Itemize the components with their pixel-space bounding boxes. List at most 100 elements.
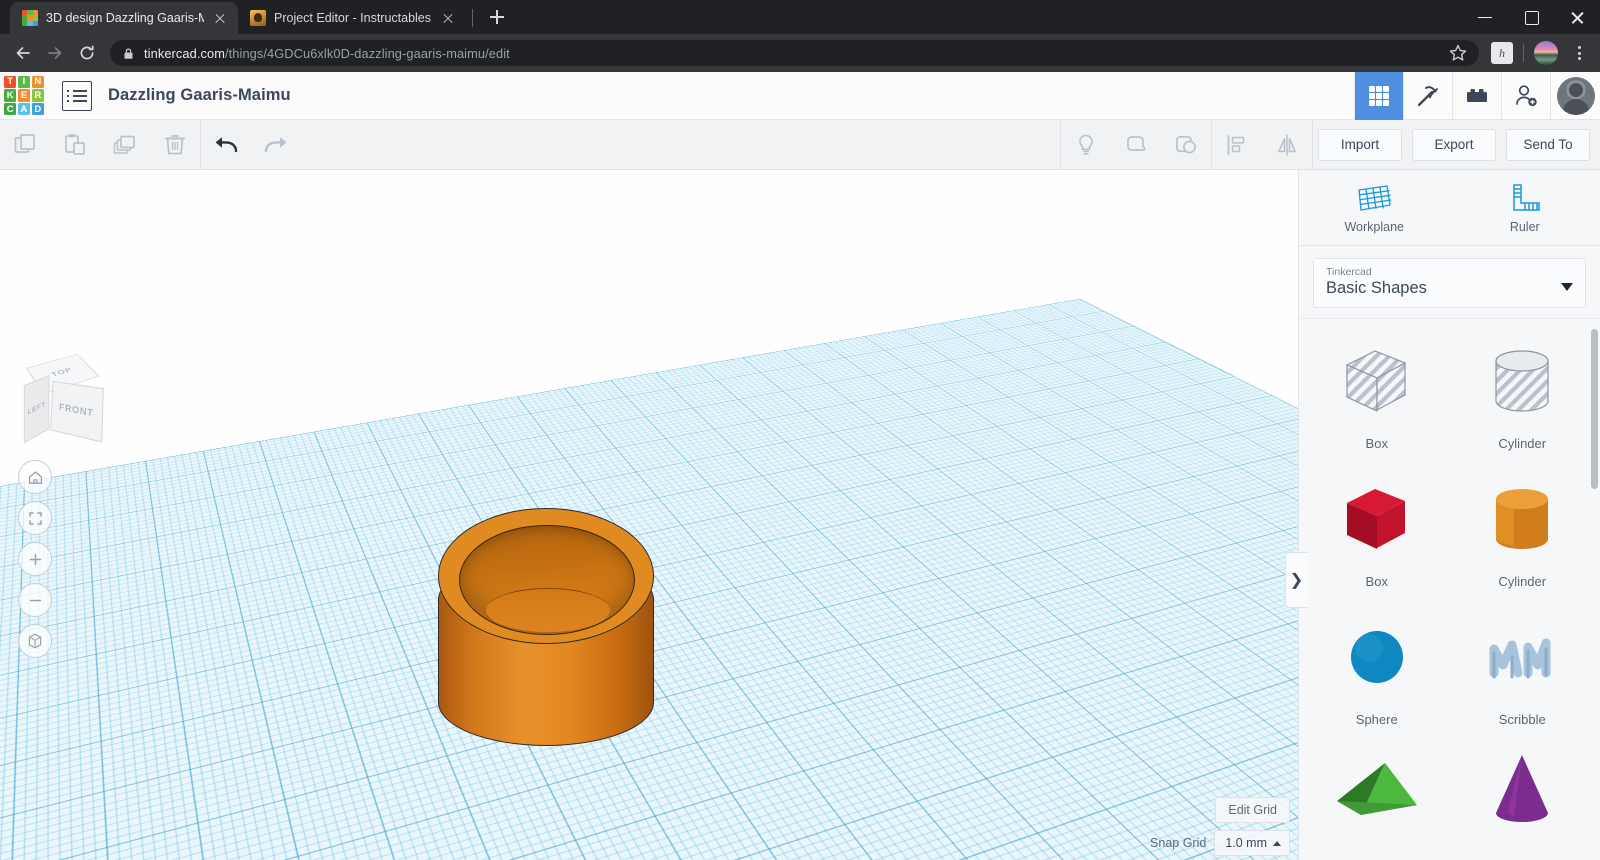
tab-title: 3D design Dazzling Gaaris-Maim [46,11,204,25]
navcube-front-face[interactable]: FRONT [50,380,104,443]
ungroup-icon[interactable] [1161,120,1211,170]
shape-item-pyramid[interactable] [1307,749,1447,850]
send-to-button[interactable]: Send To [1506,128,1590,161]
view-orientation-cube[interactable]: TOP LEFT FRONT [18,348,112,446]
browser-window: 3D design Dazzling Gaaris-Maim Project E… [0,0,1600,860]
import-button[interactable]: Import [1318,128,1402,161]
home-view-icon[interactable] [18,460,52,494]
browser-toolbar: tinkercad.com/things/4GDCu6xlk0D-dazzlin… [0,34,1600,72]
chrome-profile-avatar[interactable] [1534,41,1558,65]
shape-item-scribble[interactable]: Scribble [1453,611,1593,727]
maximize-icon[interactable] [1508,0,1554,34]
workplane-icon [1358,185,1392,211]
shape-label: Box [1365,436,1388,451]
viewport-nav-controls [18,460,52,665]
address-bar[interactable]: tinkercad.com/things/4GDCu6xlk0D-dazzlin… [110,40,1479,66]
zoom-in-icon[interactable] [18,542,52,576]
lego-brick-icon[interactable] [1452,71,1501,120]
paste-icon[interactable] [50,120,100,170]
perspective-toggle-icon[interactable] [18,624,52,658]
logo-tile: E [17,89,31,102]
fit-to-view-icon[interactable] [18,501,52,535]
browser-tab-instructables[interactable]: Project Editor - Instructables [238,2,466,34]
hole-cylinder-icon [1476,335,1568,427]
snap-grid-label: Snap Grid [1150,836,1207,850]
arrow-left-icon[interactable] [8,38,38,68]
snap-grid-select[interactable]: 1.0 mm [1214,830,1290,856]
duplicate-icon[interactable] [100,120,150,170]
minimize-icon[interactable] [1462,0,1508,34]
shape-item-sphere[interactable]: Sphere [1307,611,1447,727]
workplane-tool-label: Workplane [1344,220,1405,234]
hole-box-icon [1331,335,1423,427]
pickaxe-icon[interactable] [1403,71,1452,120]
edit-grid-button[interactable]: Edit Grid [1215,797,1290,823]
window-controls [1462,0,1600,34]
undo-icon[interactable] [201,120,251,170]
zoom-out-icon[interactable] [18,583,52,617]
group-icon[interactable] [1111,120,1161,170]
add-person-icon[interactable] [1501,71,1550,120]
solid-cylinder-icon [1476,473,1568,565]
shape-item-hole-cylinder[interactable]: Cylinder [1453,335,1593,451]
shape-label: Cylinder [1498,574,1547,589]
mirror-icon[interactable] [1262,120,1312,170]
scribble-icon [1476,611,1568,703]
shape-item-solid-cylinder[interactable]: Cylinder [1453,473,1593,589]
close-icon[interactable] [440,10,456,26]
list-panel-icon[interactable] [62,80,92,111]
new-tab-button[interactable] [483,3,511,31]
sphere-icon [1331,611,1423,703]
export-button[interactable]: Export [1412,128,1496,161]
close-icon[interactable] [1554,0,1600,34]
library-select[interactable]: Tinkercad Basic Shapes [1313,258,1586,308]
avatar[interactable] [1550,71,1600,120]
shape-label: Box [1365,574,1388,589]
shapes-list[interactable]: Box Cylinder Box Cylinder Sphere Scribbl… [1299,318,1600,860]
align-icon[interactable] [1212,120,1262,170]
cone-icon [1476,749,1568,841]
shape-item-hole-box[interactable]: Box [1307,335,1447,451]
divider [1523,44,1524,62]
copy-icon[interactable] [0,120,50,170]
logo-tile: T [4,75,17,88]
panel-scrollbar[interactable] [1591,329,1598,489]
grid-controls: Edit Grid Snap Grid 1.0 mm [1150,797,1290,856]
edit-toolbar: Import Export Send To [0,119,1600,170]
shape-label: Cylinder [1498,436,1547,451]
tab-strip: 3D design Dazzling Gaaris-Maim Project E… [0,0,1600,34]
shape-label: Sphere [1355,712,1398,727]
cylinder-bore [459,525,635,635]
url-path: /things/4GDCu6xlk0D-dazzling-gaaris-maim… [224,45,510,61]
view-group [1061,120,1211,170]
blocks-grid-icon[interactable] [1354,71,1403,120]
arrow-right-icon[interactable] [40,38,70,68]
three-dot-menu-icon[interactable] [1566,40,1592,66]
lightbulb-icon[interactable] [1061,120,1111,170]
shape-item-cone[interactable] [1453,749,1593,850]
orange-hollow-cylinder[interactable] [438,508,654,780]
close-icon[interactable] [212,10,228,26]
workplane-tool[interactable]: Workplane [1299,170,1450,245]
star-icon[interactable] [1447,42,1469,64]
3d-viewport[interactable]: TOP LEFT FRONT Edit Grid Snap Grid 1.0 m… [0,170,1298,860]
page-title[interactable]: Dazzling Gaaris-Maimu [108,86,291,105]
browser-tab-tinkercad[interactable]: 3D design Dazzling Gaaris-Maim [10,2,238,34]
tinkercad-logo-icon[interactable]: T I N K E R C A D [4,75,44,116]
redo-icon[interactable] [251,120,301,170]
clipboard-group [0,120,200,170]
cylinder-inner-floor [486,588,610,632]
delete-trash-icon[interactable] [150,120,200,170]
ruler-icon [1513,184,1540,211]
url-domain: tinkercad.com [144,45,225,61]
solid-box-icon [1331,473,1423,565]
reload-icon[interactable] [72,38,102,68]
cylinder-rim [438,508,654,644]
history-group [201,120,301,170]
navcube-left-face[interactable]: LEFT [23,375,50,444]
extension-icon[interactable]: h [1491,42,1513,64]
ruler-tool[interactable]: Ruler [1450,170,1600,245]
instructables-icon [250,10,266,26]
collapse-panel-button[interactable]: ❯ [1285,552,1307,608]
shape-item-solid-box[interactable]: Box [1307,473,1447,589]
